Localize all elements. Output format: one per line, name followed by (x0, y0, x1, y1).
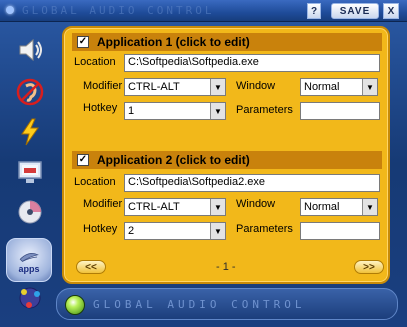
app1-window-label: Window (236, 80, 276, 92)
chevron-down-icon: ▼ (210, 79, 225, 95)
app2-location-label: Location (74, 176, 116, 188)
sidebar-item-network[interactable] (10, 280, 50, 316)
network-icon (19, 287, 41, 309)
app2-modifier-value: CTRL-ALT (128, 201, 180, 213)
app1-enable-checkbox[interactable]: ✓ (77, 36, 89, 48)
app1-parameters-label: Parameters (236, 104, 293, 116)
title-bar[interactable]: GLOBAL AUDIO CONTROL ? SAVE X (0, 0, 407, 22)
app1-modifier-select[interactable]: CTRL-ALT ▼ (124, 78, 226, 96)
app2-window-label: Window (236, 198, 276, 210)
app2-parameters-input[interactable] (300, 222, 380, 240)
app2-header[interactable]: ✓ Application 2 (click to edit) (72, 151, 382, 169)
chevron-down-icon: ▼ (362, 79, 377, 95)
app1-modifier-value: CTRL-ALT (128, 81, 180, 93)
app1-hotkey-label: Hotkey (83, 102, 118, 114)
close-button[interactable]: X (383, 3, 399, 19)
ear-muted-icon (16, 78, 44, 106)
app2-hotkey-label: Hotkey (83, 223, 118, 235)
sidebar: apps (4, 26, 56, 318)
sidebar-item-mute[interactable] (10, 74, 50, 110)
cd-icon (18, 200, 42, 224)
status-orb-icon[interactable] (65, 295, 85, 315)
window-title: GLOBAL AUDIO CONTROL (22, 4, 215, 17)
sidebar-item-apps-label: apps (18, 264, 40, 274)
sidebar-item-speaker[interactable] (10, 32, 50, 68)
app2-hotkey-value: 2 (128, 225, 135, 237)
sidebar-item-apps[interactable]: apps (6, 238, 52, 282)
app2-modifier-label: Modifier (83, 198, 123, 210)
chevron-down-icon: ▼ (210, 199, 225, 215)
app1-header[interactable]: ✓ Application 1 (click to edit) (72, 33, 382, 51)
app1-window-select[interactable]: Normal ▼ (300, 78, 378, 96)
monitor-dsd-icon (18, 161, 42, 183)
app2-window-select[interactable]: Normal ▼ (300, 198, 378, 216)
app1-hotkey-value: 1 (128, 105, 135, 117)
app1-parameters-input[interactable] (300, 102, 380, 120)
sidebar-item-power[interactable] (10, 114, 50, 150)
app1-location-input[interactable]: C:\Softpedia\Softpedia.exe (124, 54, 380, 72)
page-indicator: - 1 - (216, 261, 236, 273)
chevron-down-icon: ▼ (210, 103, 225, 119)
app2-location-input[interactable]: C:\Softpedia\Softpedia2.exe (124, 174, 380, 192)
app1-hotkey-select[interactable]: 1 ▼ (124, 102, 226, 120)
lightning-icon (21, 118, 39, 146)
bottom-bar-title: GLOBAL AUDIO CONTROL (93, 298, 306, 311)
speaker-icon (19, 38, 42, 62)
app1-modifier-label: Modifier (83, 80, 123, 92)
prev-page-button[interactable]: << (76, 260, 106, 274)
chevron-down-icon: ▼ (362, 199, 377, 215)
app2-enable-checkbox[interactable]: ✓ (77, 154, 89, 166)
save-button[interactable]: SAVE (331, 3, 379, 19)
app2-hotkey-select[interactable]: 2 ▼ (124, 222, 226, 240)
app2-parameters-label: Parameters (236, 223, 293, 235)
help-button[interactable]: ? (307, 3, 321, 19)
app2-window-value: Normal (304, 201, 340, 213)
applications-panel: ✓ Application 1 (click to edit) Location… (62, 26, 390, 284)
app2-modifier-select[interactable]: CTRL-ALT ▼ (124, 198, 226, 216)
app-window: GLOBAL AUDIO CONTROL ? SAVE X apps ✓ App… (0, 0, 407, 327)
sidebar-item-monitor[interactable] (10, 154, 50, 190)
bottom-bar: GLOBAL AUDIO CONTROL (56, 288, 398, 320)
app1-window-value: Normal (304, 81, 340, 93)
window-orb-icon (6, 6, 14, 14)
sidebar-item-cd[interactable] (10, 194, 50, 230)
app1-location-label: Location (74, 56, 116, 68)
app2-header-label: Application 2 (click to edit) (97, 153, 250, 167)
app1-header-label: Application 1 (click to edit) (97, 35, 250, 49)
chevron-down-icon: ▼ (210, 223, 225, 239)
next-page-button[interactable]: >> (354, 260, 384, 274)
